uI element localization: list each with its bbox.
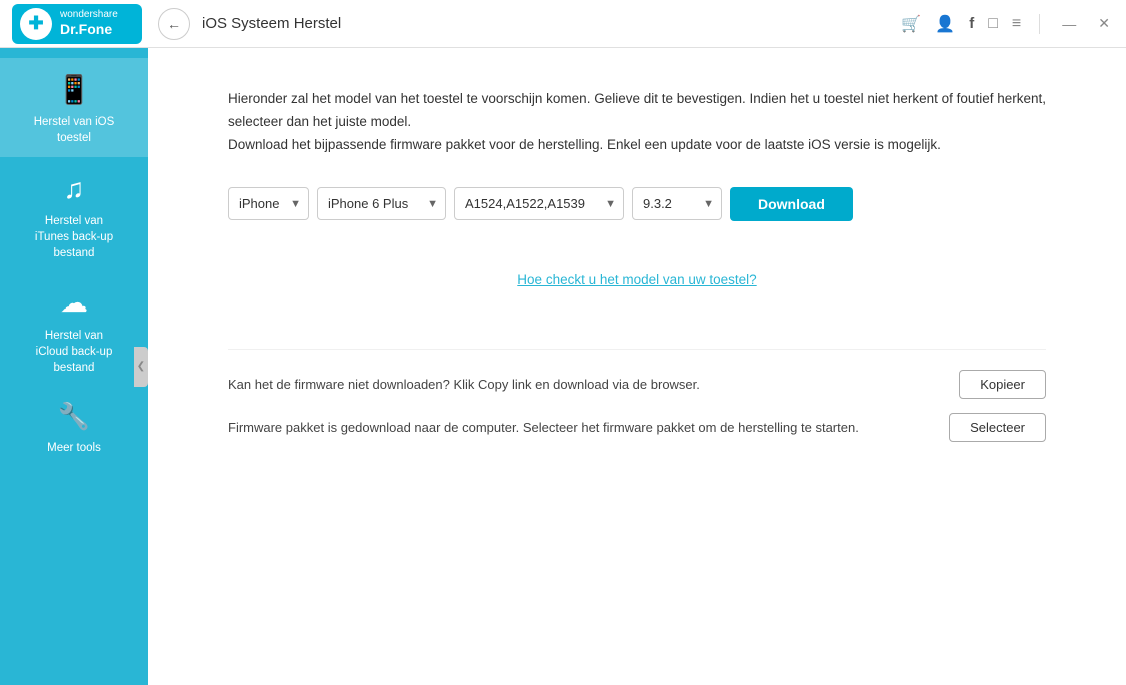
help-link-container: Hoe checkt u het model van uw toestel? xyxy=(228,271,1046,289)
sidebar-item-herstel-itunes[interactable]: ♫ Herstel vaniTunes back-upbestand xyxy=(0,157,148,272)
device-type-select[interactable]: iPhone iPad iPod xyxy=(228,187,309,220)
tools-icon: 🔧 xyxy=(58,400,90,434)
phone-icon: 📱 xyxy=(57,72,92,108)
firmware-download-text: Kan het de firmware niet downloaden? Kli… xyxy=(228,377,945,392)
download-button[interactable]: Download xyxy=(730,187,853,221)
minimize-button[interactable]: — xyxy=(1058,16,1080,32)
app-logo: ✚ wondershare Dr.Fone xyxy=(12,4,142,44)
description-text: Hieronder zal het model van het toestel … xyxy=(228,88,1046,157)
sidebar-label-herstel-ios: Herstel van iOStoestel xyxy=(34,114,115,146)
sidebar-label-herstel-itunes: Herstel vaniTunes back-upbestand xyxy=(35,213,113,261)
model-wrapper: iPhone 6 Plus iPhone 6 iPhone 6S iPhone … xyxy=(317,187,446,220)
sidebar-label-herstel-icloud: Herstel vaniCloud back-upbestand xyxy=(36,328,113,376)
account-icon[interactable]: 👤 xyxy=(935,14,955,34)
identifier-select[interactable]: A1524,A1522,A1539 xyxy=(454,187,624,220)
menu-icon[interactable]: ≡ xyxy=(1012,15,1021,33)
kopieer-button[interactable]: Kopieer xyxy=(959,370,1046,399)
firmware-select-row: Firmware pakket is gedownload naar de co… xyxy=(228,413,1046,442)
sidebar-item-meer-tools[interactable]: 🔧 Meer tools xyxy=(0,386,148,466)
selects-row: iPhone iPad iPod ▼ iPhone 6 Plus iPhone … xyxy=(228,187,1046,221)
logo-icon: ✚ xyxy=(20,8,52,40)
logo-text: wondershare Dr.Fone xyxy=(60,9,118,38)
close-button[interactable]: ✕ xyxy=(1094,15,1114,32)
bottom-section: Kan het de firmware niet downloaden? Kli… xyxy=(228,349,1046,442)
sidebar-item-herstel-icloud[interactable]: ☁ Herstel vaniCloud back-upbestand xyxy=(0,271,148,386)
facebook-icon[interactable]: f xyxy=(969,15,974,32)
help-link[interactable]: Hoe checkt u het model van uw toestel? xyxy=(517,272,756,287)
sidebar-collapse-handle[interactable]: ❮ xyxy=(134,347,148,387)
cart-icon[interactable]: 🛒 xyxy=(901,14,921,34)
page-title: iOS Systeem Herstel xyxy=(202,15,901,32)
back-button[interactable]: ← xyxy=(158,8,190,40)
version-select[interactable]: 9.3.2 9.3.1 9.3 9.2.1 xyxy=(632,187,722,220)
sidebar: 📱 Herstel van iOStoestel ♫ Herstel vaniT… xyxy=(0,48,148,685)
chat-icon[interactable]: □ xyxy=(988,15,998,33)
device-type-wrapper: iPhone iPad iPod ▼ xyxy=(228,187,309,220)
firmware-download-row: Kan het de firmware niet downloaden? Kli… xyxy=(228,370,1046,399)
firmware-select-text: Firmware pakket is gedownload naar de co… xyxy=(228,420,935,435)
version-wrapper: 9.3.2 9.3.1 9.3 9.2.1 ▼ xyxy=(632,187,722,220)
model-select[interactable]: iPhone 6 Plus iPhone 6 iPhone 6S iPhone … xyxy=(317,187,446,220)
selecteer-button[interactable]: Selecteer xyxy=(949,413,1046,442)
app-layout: 📱 Herstel van iOStoestel ♫ Herstel vaniT… xyxy=(0,48,1126,685)
sidebar-label-meer-tools: Meer tools xyxy=(47,440,101,456)
sidebar-item-herstel-ios[interactable]: 📱 Herstel van iOStoestel xyxy=(0,58,148,157)
cloud-icon: ☁ xyxy=(60,285,88,321)
identifier-wrapper: A1524,A1522,A1539 ▼ xyxy=(454,187,624,220)
titlebar-icons: 🛒 👤 f □ ≡ — ✕ xyxy=(901,14,1114,34)
titlebar-divider xyxy=(1039,14,1040,34)
titlebar: ✚ wondershare Dr.Fone ← iOS Systeem Hers… xyxy=(0,0,1126,48)
main-content: Hieronder zal het model van het toestel … xyxy=(148,48,1126,685)
music-icon: ♫ xyxy=(64,171,85,207)
